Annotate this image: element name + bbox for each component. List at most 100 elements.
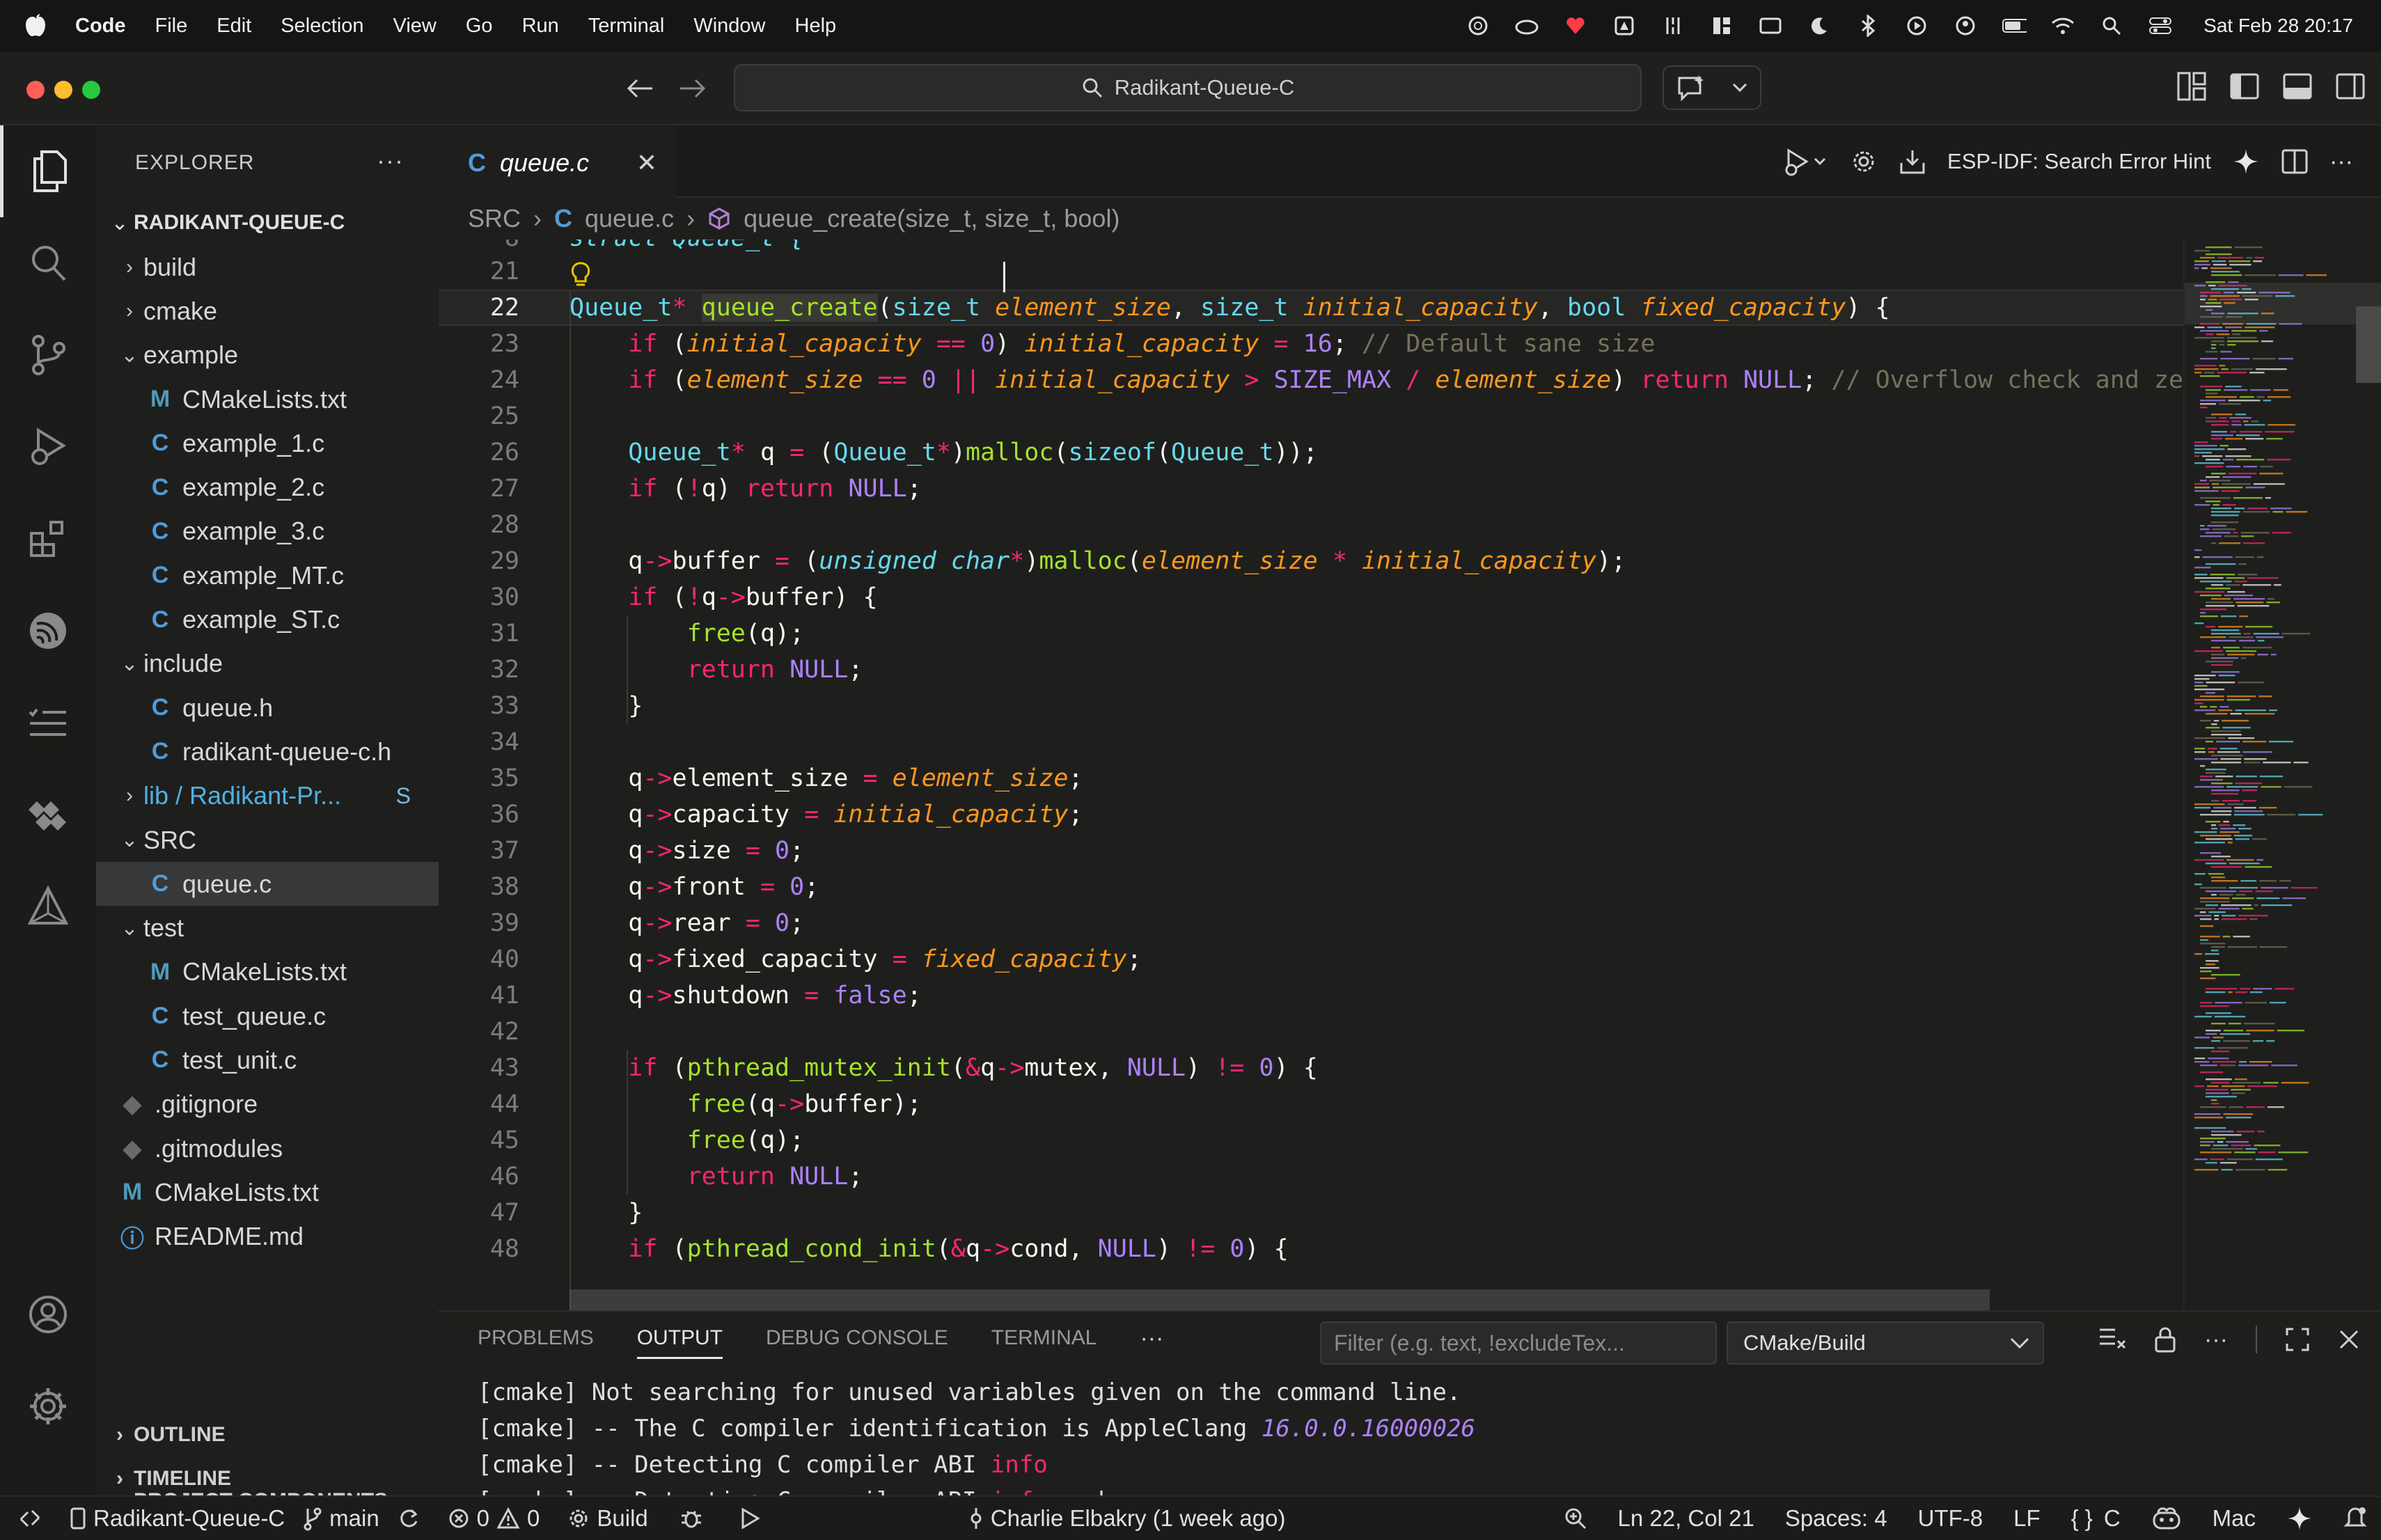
code-line[interactable]: 37 q->size = 0; — [439, 833, 2186, 869]
copilot-icon[interactable] — [2151, 1506, 2182, 1531]
code-line[interactable]: 34 — [439, 724, 2186, 760]
code-line[interactable]: 40 q->fixed_capacity = fixed_capacity; — [439, 941, 2186, 977]
cursor-position[interactable]: Ln 22, Col 21 — [1618, 1505, 1754, 1532]
bluetooth-icon[interactable] — [1855, 13, 1880, 38]
branch-status-item[interactable]: main — [303, 1505, 379, 1532]
menu-run[interactable]: Run — [522, 15, 559, 38]
code-line[interactable]: 30 if (!q->buffer) { — [439, 579, 2186, 615]
more-actions-icon[interactable]: ··· — [2204, 1326, 2228, 1353]
code-line[interactable]: 22 Queue_t* queue_create(size_t element_s… — [439, 290, 2186, 326]
tab-output[interactable]: OUTPUT — [636, 1317, 723, 1359]
more-actions-icon[interactable]: ··· — [377, 146, 404, 175]
extensions-icon[interactable] — [0, 493, 96, 585]
tree-file[interactable]: Cexample_1.c — [96, 421, 439, 465]
spotlight-search-icon[interactable] — [2099, 13, 2124, 38]
tab-problems[interactable]: PROBLEMS — [478, 1326, 594, 1350]
breadcrumb-symbol[interactable]: queue_create(size_t, size_t, bool) — [744, 204, 1119, 233]
git-blame-status-item[interactable]: Charlie Elbakry (1 week ago) — [968, 1505, 1285, 1532]
code-line[interactable]: 25 — [439, 398, 2186, 434]
display-icon[interactable] — [1758, 13, 1783, 38]
chatgpt-icon[interactable] — [1465, 13, 1491, 38]
tree-file[interactable]: Cexample_ST.c — [96, 597, 439, 641]
esp-idf-icon[interactable] — [0, 585, 96, 677]
accounts-icon[interactable] — [0, 1268, 96, 1360]
code-line[interactable]: 38 q->front = 0; — [439, 869, 2186, 905]
esp-settings-gear-icon[interactable] — [1850, 148, 1878, 175]
code-line[interactable]: 23 if (initial_capacity == 0) initial_ca… — [439, 326, 2186, 362]
tab-queue-c[interactable]: C queue.c ✕ — [439, 125, 675, 198]
menu-edit[interactable]: Edit — [217, 15, 251, 38]
tree-file[interactable]: M CMakeLists.txt — [96, 1170, 439, 1214]
code-editor[interactable]: 8 struct Queue_t { 21 22 Queue_t* queue_cr… — [439, 239, 2186, 1310]
indentation[interactable]: Spaces: 4 — [1785, 1505, 1887, 1532]
zoom-window-button[interactable] — [82, 81, 100, 99]
tree-file[interactable]: M CMakeLists.txt — [96, 950, 439, 994]
breadcrumb-folder[interactable]: SRC — [468, 204, 521, 233]
platform-label[interactable]: Mac — [2213, 1505, 2256, 1532]
tree-folder[interactable]: ⌄ example — [96, 333, 439, 377]
code-line[interactable]: 44 free(q->buffer); — [439, 1086, 2186, 1122]
sync-icon[interactable] — [398, 1507, 420, 1530]
code-line[interactable]: 45 free(q); — [439, 1122, 2186, 1158]
breadcrumb-file[interactable]: queue.c — [585, 204, 674, 233]
wifi-icon[interactable] — [2050, 13, 2075, 38]
more-actions-icon[interactable]: ··· — [2329, 148, 2353, 175]
code-line[interactable]: 46 return NULL; — [439, 1158, 2186, 1195]
tab-terminal[interactable]: TERMINAL — [991, 1326, 1097, 1350]
code-line[interactable]: 41 q->shutdown = false; — [439, 977, 2186, 1014]
code-line[interactable]: 26 Queue_t* q = (Queue_t*)malloc(sizeof(… — [439, 434, 2186, 471]
esp-flash-icon[interactable] — [1899, 148, 1926, 175]
toggle-panel-icon[interactable] — [2281, 70, 2314, 103]
menu-view[interactable]: View — [393, 15, 437, 38]
panel-more-icon[interactable]: ··· — [1140, 1325, 1163, 1352]
close-window-button[interactable] — [26, 81, 45, 99]
search-icon[interactable] — [0, 217, 96, 309]
apple-icon[interactable] — [25, 14, 49, 38]
build-status-item[interactable]: Build — [567, 1505, 648, 1532]
source-control-icon[interactable] — [0, 309, 96, 401]
sticky-scroll-line[interactable]: 8 struct Queue_t { — [439, 239, 2186, 252]
testing-icon[interactable] — [0, 677, 96, 769]
tree-folder[interactable]: › cmake — [96, 289, 439, 333]
tree-file[interactable]: Ctest_unit.c — [96, 1038, 439, 1082]
tree-folder[interactable]: › build — [96, 245, 439, 289]
clear-output-icon[interactable] — [2098, 1327, 2126, 1352]
control-center-icon[interactable] — [2148, 13, 2173, 38]
menu-go[interactable]: Go — [466, 15, 493, 38]
tools-icon[interactable] — [1660, 13, 1685, 38]
tree-folder[interactable]: ⌄ test — [96, 906, 439, 950]
problems-status-item[interactable]: 0 0 — [448, 1505, 540, 1532]
tree-file[interactable]: ◆ .gitmodules — [96, 1126, 439, 1170]
tree-file[interactable]: Cexample_MT.c — [96, 553, 439, 597]
grid-app-icon[interactable] — [1709, 13, 1734, 38]
explorer-icon[interactable] — [0, 125, 96, 217]
toggle-primary-sidebar-icon[interactable] — [2228, 70, 2261, 103]
play-circle-icon[interactable] — [1904, 13, 1929, 38]
code-line[interactable]: 43 if (pthread_mutex_init(&q->mutex, NUL… — [439, 1050, 2186, 1086]
code-line[interactable]: 28 — [439, 507, 2186, 543]
menu-window[interactable]: Window — [693, 15, 765, 38]
workspace-root[interactable]: ⌄ RADIKANT-QUEUE-C — [96, 201, 439, 245]
tree-file[interactable]: Cexample_2.c — [96, 465, 439, 509]
maximize-panel-icon[interactable] — [2285, 1327, 2310, 1352]
command-center-search[interactable]: Radikant-Queue-C — [734, 64, 1642, 111]
user-circle-icon[interactable] — [1953, 13, 1978, 38]
sparkle-icon[interactable] — [2286, 1505, 2313, 1532]
code-line[interactable]: 42 — [439, 1014, 2186, 1050]
customize-layout-icon[interactable] — [2175, 70, 2208, 103]
tree-file[interactable]: Cexample_3.c — [96, 510, 439, 553]
run-play-icon[interactable] — [740, 1507, 760, 1530]
output-channel-select[interactable]: CMake/Build — [1727, 1321, 2044, 1365]
debug-bug-icon[interactable] — [680, 1507, 702, 1530]
tree-file[interactable]: ⓘ README.md — [96, 1215, 439, 1259]
menu-terminal[interactable]: Terminal — [588, 15, 665, 38]
drive-icon[interactable] — [1612, 13, 1637, 38]
horizontal-scrollbar[interactable] — [569, 1289, 1990, 1310]
cmake-tools-icon[interactable] — [0, 769, 96, 861]
tree-file[interactable]: M CMakeLists.txt — [96, 377, 439, 421]
tree-folder[interactable]: ⌄ SRC — [96, 818, 439, 862]
remote-indicator-icon[interactable] — [18, 1507, 42, 1530]
tree-folder[interactable]: › lib / Radikant-Pr... S — [96, 774, 439, 818]
code-line[interactable]: 39 q->rear = 0; — [439, 905, 2186, 941]
encoding[interactable]: UTF-8 — [1918, 1505, 1983, 1532]
